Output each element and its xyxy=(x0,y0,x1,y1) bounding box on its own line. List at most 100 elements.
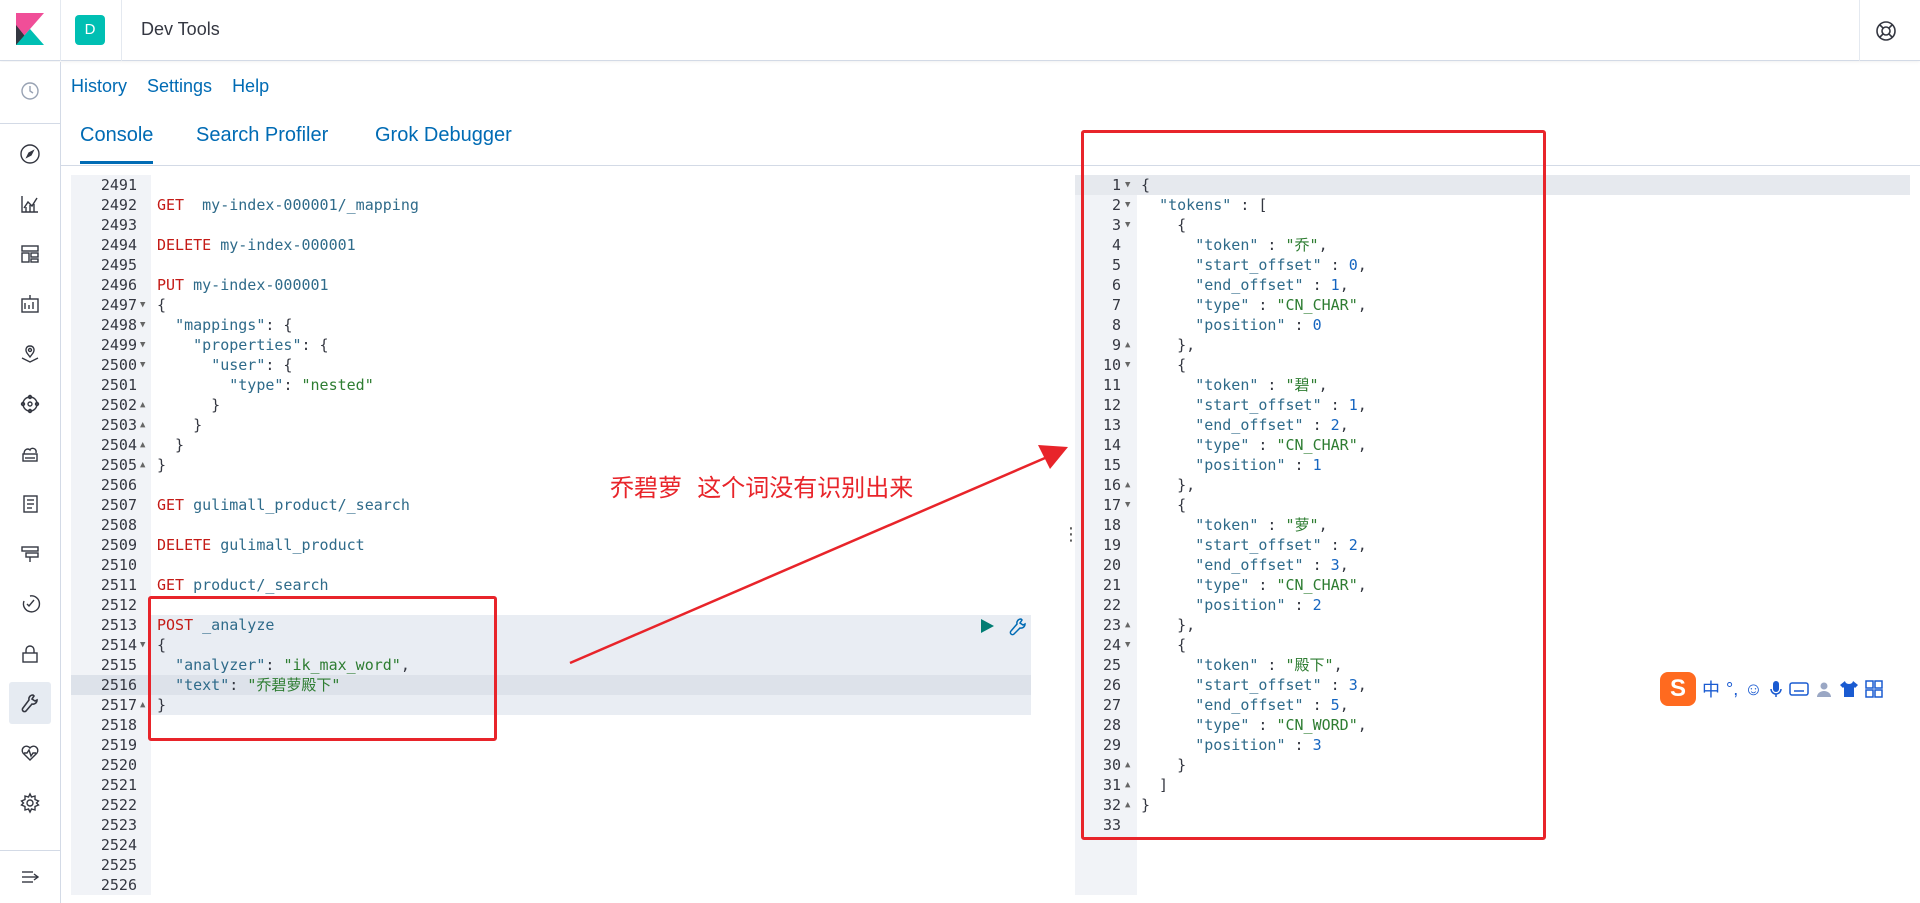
code-token: "user" xyxy=(211,356,266,374)
line-number: 2505 xyxy=(100,456,137,474)
line-number: 2516 xyxy=(100,676,137,694)
code-line: "user": { xyxy=(157,355,292,375)
line-number: 2523 xyxy=(100,816,137,834)
ime-toolbar: S 中 °, ☺ xyxy=(1660,672,1883,706)
fold-open-caret-icon[interactable]: ▼ xyxy=(140,335,145,355)
fold-open-caret-icon[interactable]: ▼ xyxy=(140,355,145,375)
code-token: : { xyxy=(265,316,293,334)
fold-close-caret-icon[interactable]: ▲ xyxy=(140,435,145,455)
uptime-icon[interactable] xyxy=(17,591,43,617)
code-token: DELETE xyxy=(157,236,212,254)
line-number: 2522 xyxy=(100,796,137,814)
code-token: "properties" xyxy=(193,336,302,354)
code-token: product/_search xyxy=(193,576,329,594)
monitoring-heartbeat-icon[interactable] xyxy=(17,740,43,766)
code-line: DELETE gulimall_product xyxy=(157,535,365,555)
line-number: 2492 xyxy=(100,196,137,214)
code-line: DELETE my-index-000001 xyxy=(157,235,356,255)
history-link[interactable]: History xyxy=(71,76,127,97)
settings-link[interactable]: Settings xyxy=(147,76,212,97)
logs-icon[interactable] xyxy=(17,491,43,517)
fold-close-caret-icon[interactable]: ▲ xyxy=(140,455,145,475)
dashboard-icon[interactable] xyxy=(17,241,43,267)
apm-icon[interactable] xyxy=(17,541,43,567)
code-line: } xyxy=(157,435,184,455)
ime-skin-shirt-icon[interactable] xyxy=(1839,680,1859,698)
code-token: : { xyxy=(265,356,293,374)
ime-punctuation[interactable]: °, xyxy=(1726,679,1738,700)
code-token: GET xyxy=(157,196,185,214)
sogou-logo-icon[interactable]: S xyxy=(1660,672,1696,706)
maps-icon[interactable] xyxy=(17,341,43,367)
visualize-chart-icon[interactable] xyxy=(17,191,43,217)
help-link[interactable]: Help xyxy=(232,76,269,97)
code-token: } xyxy=(157,396,221,414)
code-token: "nested" xyxy=(301,376,374,394)
fold-open-caret-icon[interactable]: ▼ xyxy=(140,635,145,655)
line-number: 2514 xyxy=(100,636,137,654)
code-token: } xyxy=(157,416,203,434)
code-token: "mappings" xyxy=(175,316,266,334)
code-token: } xyxy=(157,436,185,454)
tab-grok-debugger[interactable]: Grok Debugger xyxy=(375,124,512,161)
line-number: 2495 xyxy=(100,256,137,274)
line-number: 2500 xyxy=(100,356,137,374)
siem-lock-icon[interactable] xyxy=(17,641,43,667)
code-token: : { xyxy=(301,336,329,354)
space-avatar[interactable]: D xyxy=(75,15,105,45)
line-number: 2498 xyxy=(100,316,137,334)
app-title: Dev Tools xyxy=(141,19,220,39)
ime-emoji-icon[interactable]: ☺ xyxy=(1744,679,1762,700)
code-line: GET gulimall_product/_search xyxy=(157,495,410,515)
code-line: GET product/_search xyxy=(157,575,329,595)
line-number: 2518 xyxy=(100,716,137,734)
discover-compass-icon[interactable] xyxy=(17,141,43,167)
ime-toolbox-icon[interactable] xyxy=(1864,680,1883,698)
line-number: 2491 xyxy=(100,176,137,194)
help-lifebuoy-icon[interactable] xyxy=(1874,19,1898,43)
fold-open-caret-icon[interactable]: ▼ xyxy=(140,295,145,315)
line-number: 2504 xyxy=(100,436,137,454)
fold-close-caret-icon[interactable]: ▲ xyxy=(140,415,145,435)
collapse-nav-icon[interactable] xyxy=(17,864,43,890)
management-gear-icon[interactable] xyxy=(17,790,43,816)
code-line: "mappings": { xyxy=(157,315,292,335)
fold-close-caret-icon[interactable]: ▲ xyxy=(140,695,145,715)
infrastructure-icon[interactable] xyxy=(17,441,43,467)
line-number: 2509 xyxy=(100,536,137,554)
ime-chinese-mode[interactable]: 中 xyxy=(1702,676,1720,702)
recently-viewed-clock-icon[interactable] xyxy=(17,78,43,104)
code-line: PUT my-index-000001 xyxy=(157,275,329,295)
annotation-arrow xyxy=(569,445,1068,665)
fold-close-caret-icon[interactable]: ▲ xyxy=(140,395,145,415)
ime-keyboard-icon[interactable] xyxy=(1788,681,1809,697)
console-subnav: History Settings Help xyxy=(71,76,269,97)
fold-open-caret-icon[interactable]: ▼ xyxy=(140,315,145,335)
nav-divider xyxy=(0,123,60,124)
line-number: 2515 xyxy=(100,656,137,674)
header-divider xyxy=(1859,0,1860,61)
line-number: 2503 xyxy=(100,416,137,434)
machine-learning-icon[interactable] xyxy=(17,391,43,417)
ime-user-icon[interactable] xyxy=(1815,680,1833,698)
header-divider xyxy=(60,0,61,61)
tab-search-profiler[interactable]: Search Profiler xyxy=(196,124,328,161)
line-number: 2502 xyxy=(100,396,137,414)
tab-console[interactable]: Console xyxy=(80,124,154,164)
line-number: 2499 xyxy=(100,336,137,354)
dev-tools-wrench-icon[interactable] xyxy=(17,690,43,716)
code-line: } xyxy=(157,395,220,415)
code-line: } xyxy=(157,455,166,475)
canvas-icon[interactable] xyxy=(17,291,43,317)
kibana-logo-icon[interactable] xyxy=(16,13,44,45)
line-number: 2513 xyxy=(100,616,137,634)
devtools-tabs: Console Search Profiler Grok Debugger xyxy=(61,120,1920,166)
code-token: my-index-000001/_mapping xyxy=(202,196,419,214)
left-nav xyxy=(0,62,61,903)
ime-microphone-icon[interactable] xyxy=(1769,680,1783,698)
